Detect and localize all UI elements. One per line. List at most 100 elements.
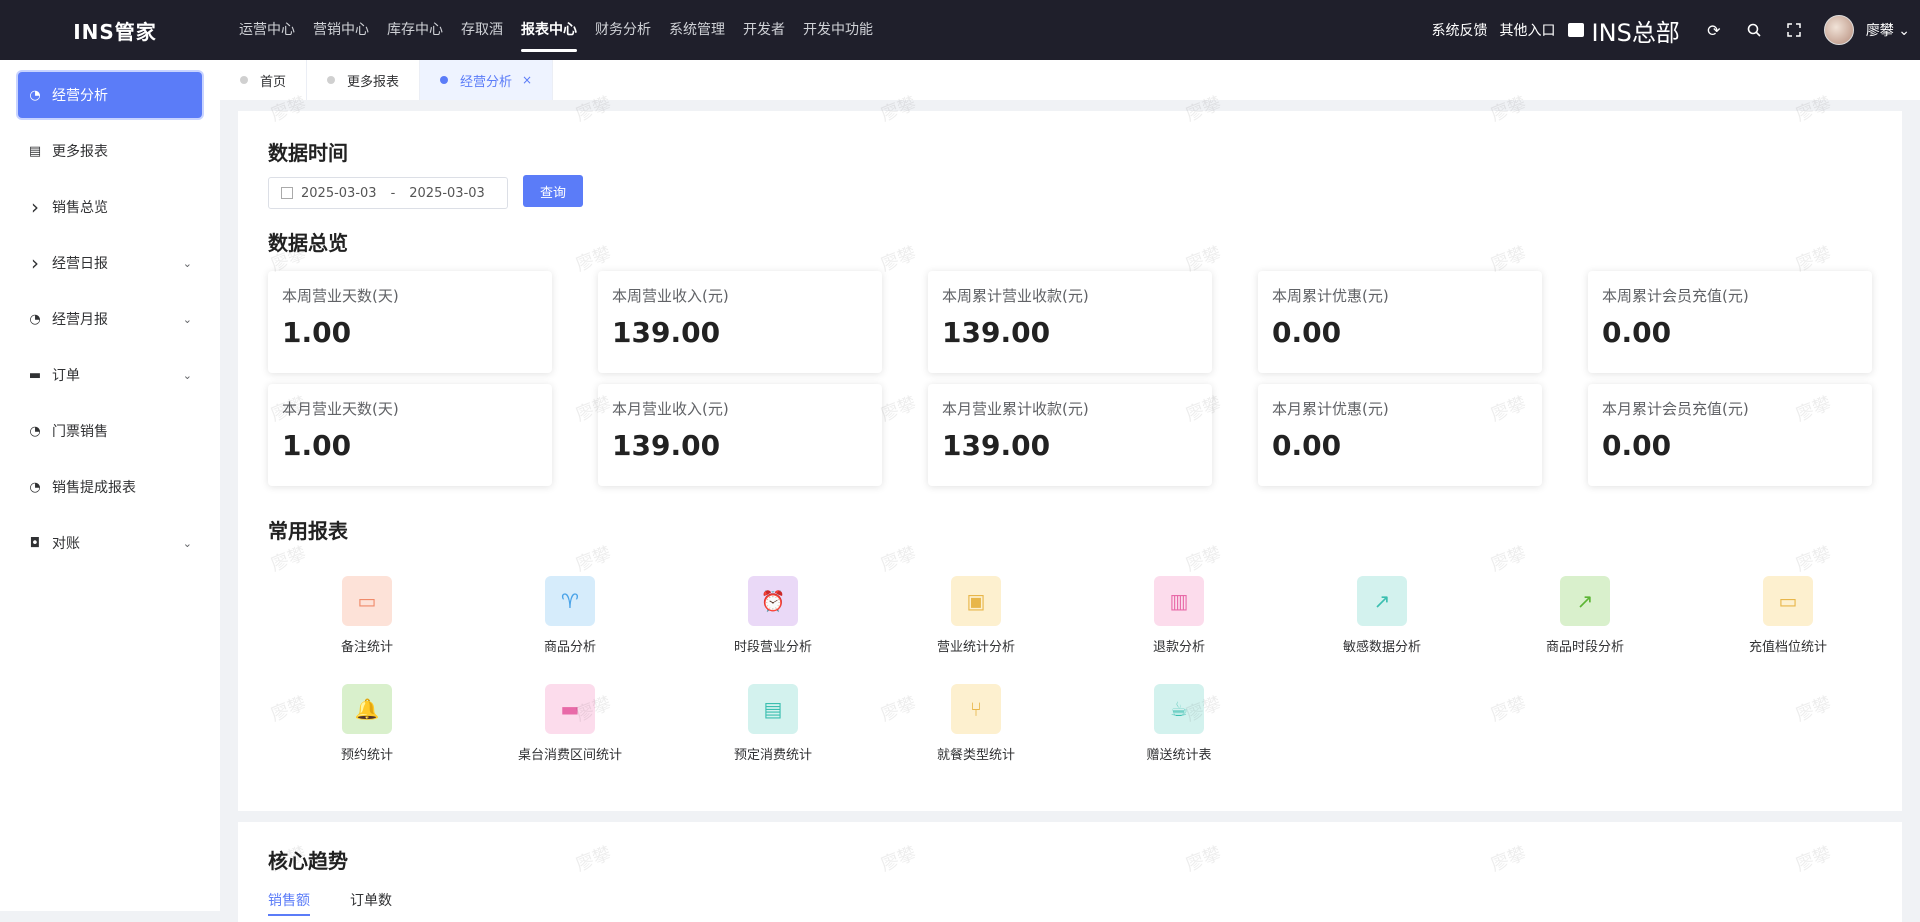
trend-tab[interactable]: 销售额 xyxy=(268,890,310,916)
stat-card-value: 139.00 xyxy=(942,429,1051,462)
sidebar-item[interactable]: ◔ 经营分析 xyxy=(18,72,202,118)
data-time-title: 数据时间 xyxy=(268,141,348,165)
sidebar-item[interactable]: ▤ 更多报表 xyxy=(18,128,202,174)
stat-card-value: 139.00 xyxy=(942,316,1051,349)
stat-card: 本月营业累计收款(元) 139.00 xyxy=(928,384,1212,486)
topnav-item[interactable]: 开发中功能 xyxy=(794,0,882,60)
topnav-item[interactable]: 系统管理 xyxy=(660,0,734,60)
page-tab-label: 经营分析 xyxy=(460,74,513,90)
chevron-down-icon: ⌄ xyxy=(182,256,192,270)
topnav-item[interactable]: 库存中心 xyxy=(378,0,452,60)
store-switcher[interactable]: INS总部 xyxy=(1567,13,1680,48)
stat-card: 本周营业天数(天) 1.00 xyxy=(268,271,552,373)
trend-icon: ↗ xyxy=(1357,576,1407,626)
stat-card-value: 1.00 xyxy=(282,429,352,462)
username: 廖攀 xyxy=(1865,23,1894,39)
page-tab[interactable]: 经营分析 × xyxy=(420,60,554,100)
report-shortcut[interactable]: ↗ 敏感数据分析 xyxy=(1282,576,1482,655)
close-icon[interactable]: × xyxy=(522,73,532,87)
stat-card: 本月营业收入(元) 139.00 xyxy=(598,384,882,486)
card-icon: ▭ xyxy=(1763,576,1813,626)
board-icon: ▣ xyxy=(951,576,1001,626)
topnav-item[interactable]: 财务分析 xyxy=(586,0,660,60)
topnav-item[interactable]: 运营中心 xyxy=(230,0,304,60)
stat-card-value: 0.00 xyxy=(1602,316,1672,349)
date-separator: - xyxy=(390,185,396,201)
feedback-link[interactable]: 系统反馈 xyxy=(1432,20,1488,40)
page-tabs: 首页 更多报表 经营分析 × xyxy=(220,60,1920,100)
report-shortcut-label: 退款分析 xyxy=(1152,640,1205,655)
sidebar-item[interactable]: ◔ 门票销售 xyxy=(18,408,202,454)
cup-icon: ♈ xyxy=(545,576,595,626)
report-shortcut-label: 商品分析 xyxy=(543,640,596,655)
main-panel: 数据时间 2025-03-03 - 2025-03-03 查询 数据总览 本周营… xyxy=(238,111,1902,811)
report-shortcut-label: 赠送统计表 xyxy=(1146,748,1212,763)
sidebar-item-label: 销售总览 xyxy=(52,200,108,216)
pie-chart-icon: ◔ xyxy=(29,87,41,103)
fullscreen-icon[interactable] xyxy=(1774,0,1814,60)
stat-card-value: 1.00 xyxy=(282,316,352,349)
report-shortcut[interactable]: ▭ 充值档位统计 xyxy=(1688,576,1888,655)
start-date[interactable]: 2025-03-03 xyxy=(301,186,377,201)
report-shortcut[interactable]: ♈ 商品分析 xyxy=(470,576,670,655)
other-entry-link[interactable]: 其他入口 xyxy=(1500,20,1556,40)
stat-card-label: 本周营业收入(元) xyxy=(612,287,729,305)
report-shortcut-label: 敏感数据分析 xyxy=(1342,640,1421,655)
report-shortcut[interactable]: ▥ 退款分析 xyxy=(1079,576,1279,655)
query-button[interactable]: 查询 xyxy=(523,175,583,207)
stat-card-label: 本月累计会员充值(元) xyxy=(1602,400,1749,418)
trend-title: 核心趋势 xyxy=(268,849,348,873)
report-shortcut[interactable]: ⑂ 就餐类型统计 xyxy=(876,684,1076,763)
sidebar-item[interactable]: › 经营日报 ⌄ xyxy=(18,240,202,286)
report-shortcut[interactable]: ▤ 预定消费统计 xyxy=(673,684,873,763)
report-shortcut[interactable]: ▬ 桌台消费区间统计 xyxy=(470,684,670,763)
stat-card: 本周累计优惠(元) 0.00 xyxy=(1258,271,1542,373)
search-icon[interactable] xyxy=(1734,0,1774,60)
topnav-item[interactable]: 开发者 xyxy=(734,0,794,60)
sidebar-item-label: 销售提成报表 xyxy=(52,480,136,496)
top-right-area: 系统反馈 其他入口 INS总部 ⟳ 廖攀 ⌄ xyxy=(1432,0,1910,60)
top-bar: INS管家 运营中心 营销中心 库存中心 存取酒 报表中心 财务分析 系统管理 开发者 开发中功… xyxy=(0,0,1920,60)
refresh-icon[interactable]: ⟳ xyxy=(1694,0,1734,60)
sidebar-item[interactable]: › 销售总览 xyxy=(18,184,202,230)
report-shortcut[interactable]: 🔔 预约统计 xyxy=(267,684,467,763)
report-shortcut[interactable]: ▭ 备注统计 xyxy=(267,576,467,655)
stat-card-label: 本月累计优惠(元) xyxy=(1272,400,1389,418)
chevron-right-icon: › xyxy=(31,195,39,219)
stat-card-value: 0.00 xyxy=(1602,429,1672,462)
topnav-item[interactable]: 营销中心 xyxy=(304,0,378,60)
store-icon xyxy=(1567,23,1584,37)
topnav-item[interactable]: 报表中心 xyxy=(512,0,586,60)
stat-card: 本周累计会员充值(元) 0.00 xyxy=(1588,271,1872,373)
sidebar-item-label: 经营日报 xyxy=(52,256,108,272)
avatar[interactable] xyxy=(1823,15,1854,45)
stat-card-label: 本周累计营业收款(元) xyxy=(942,287,1089,305)
date-range-picker[interactable]: 2025-03-03 - 2025-03-03 xyxy=(268,177,508,209)
chevron-right-icon: › xyxy=(31,251,39,275)
sidebar-item-label: 更多报表 xyxy=(52,144,108,160)
trend-tab[interactable]: 订单数 xyxy=(350,890,392,916)
stat-card-label: 本月营业收入(元) xyxy=(612,400,729,418)
sidebar-item[interactable]: ▬ 订单 ⌄ xyxy=(18,352,202,398)
sidebar-item[interactable]: ◔ 销售提成报表 xyxy=(18,464,202,510)
stat-card-label: 本月营业天数(天) xyxy=(282,400,399,418)
comment-icon: ▭ xyxy=(342,576,392,626)
report-shortcut-label: 营业统计分析 xyxy=(936,640,1015,655)
cutlery-icon: ⑂ xyxy=(951,684,1001,734)
report-shortcut[interactable]: ⏰ 时段营业分析 xyxy=(673,576,873,655)
report-shortcut[interactable]: ☕ 赠送统计表 xyxy=(1079,684,1279,763)
topnav-item[interactable]: 存取酒 xyxy=(452,0,512,60)
page-tab[interactable]: 首页 xyxy=(220,60,308,100)
end-date[interactable]: 2025-03-03 xyxy=(409,186,485,201)
sidebar-item[interactable]: ◘ 对账 ⌄ xyxy=(18,520,202,566)
report-shortcut-label: 预定消费统计 xyxy=(733,748,812,763)
report-shortcut[interactable]: ▣ 营业统计分析 xyxy=(876,576,1076,655)
printer-icon: ▬ xyxy=(28,367,42,383)
report-shortcut[interactable]: ↗ 商品时段分析 xyxy=(1485,576,1685,655)
stat-card: 本周累计营业收款(元) 139.00 xyxy=(928,271,1212,373)
user-menu[interactable]: 廖攀 ⌄ xyxy=(1866,20,1910,40)
chevron-down-icon: ⌄ xyxy=(182,312,192,326)
sidebar-item[interactable]: ◔ 经营月报 ⌄ xyxy=(18,296,202,342)
app-logo[interactable]: INS管家 xyxy=(0,16,230,45)
page-tab[interactable]: 更多报表 xyxy=(307,60,421,100)
